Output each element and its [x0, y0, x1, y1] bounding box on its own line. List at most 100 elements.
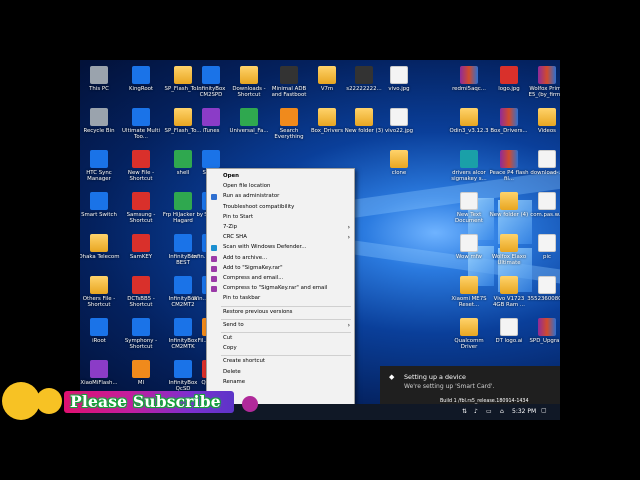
- desktop-icon[interactable]: vivo22.jpg: [378, 106, 420, 148]
- htc-icon: [90, 150, 108, 168]
- menu-item[interactable]: Pin to taskbar: [207, 294, 354, 303]
- desktop-icon[interactable]: 3552360080...: [526, 274, 560, 316]
- desktop-icon[interactable]: iRoot: [80, 316, 120, 358]
- desktop-icon[interactable]: Vivo V1723 4GB Ram ...: [488, 274, 530, 316]
- desktop-icon[interactable]: download-...: [526, 148, 560, 190]
- menu-item[interactable]: Cut: [207, 334, 354, 343]
- desktop-icon[interactable]: vivo.jpg: [378, 64, 420, 106]
- language-icon[interactable]: ⌂: [500, 408, 504, 415]
- desktop-icon[interactable]: Minimal ADB and Fastboot: [268, 64, 310, 106]
- file-icon: [460, 234, 478, 252]
- bell-icon: [242, 396, 258, 412]
- speaker-icon[interactable]: ♪: [474, 408, 478, 415]
- desktop-icon-label: vivo22.jpg: [384, 128, 414, 134]
- desktop-icon[interactable]: KingRoot: [120, 64, 162, 106]
- menu-item[interactable]: Restore previous versions: [207, 308, 354, 317]
- desktop-icon[interactable]: drivers alcor sigmakey s...: [448, 148, 490, 190]
- menu-item[interactable]: CRC SHA ›: [207, 233, 354, 242]
- desktop-icon-label: KingRoot: [128, 86, 154, 92]
- desktop-icon[interactable]: SPD_Upgra...: [526, 316, 560, 358]
- desktop-icon[interactable]: New Text Document: [448, 190, 490, 232]
- desktop-icon[interactable]: Others File - Shortcut: [80, 274, 120, 316]
- menu-separator: [221, 332, 351, 333]
- menu-item[interactable]: Open: [207, 172, 354, 181]
- menu-item[interactable]: Delete: [207, 368, 354, 377]
- desktop-icon[interactable]: This PC: [80, 64, 120, 106]
- menu-item[interactable]: Pin to Start: [207, 213, 354, 222]
- desktop-icon[interactable]: DCTsBB5 - Shortcut: [120, 274, 162, 316]
- iroot-icon: [90, 318, 108, 336]
- desktop-icon[interactable]: redmi5aqc...: [448, 64, 490, 106]
- desktop-icon[interactable]: Smart Switch: [80, 190, 120, 232]
- desktop-icon[interactable]: New folder (4): [488, 190, 530, 232]
- notification-icon[interactable]: ▢: [541, 407, 547, 414]
- desktop-icon[interactable]: V7m: [306, 64, 348, 106]
- desktop-icon[interactable]: Symphony - Shortcut: [120, 316, 162, 358]
- desktop-icon[interactable]: Box_Drivers...: [488, 106, 530, 148]
- desktop-icon[interactable]: pic: [526, 232, 560, 274]
- desktop-icon[interactable]: Ultimate Multi Too...: [120, 106, 162, 148]
- desktop-icon[interactable]: Downloads - Shortcut: [228, 64, 270, 106]
- menu-item[interactable]: Run as administrator: [207, 192, 354, 201]
- desktop-icon[interactable]: Wolfox Prime E5_(by_firm...: [526, 64, 560, 106]
- desktop-icon[interactable]: Xiaomi ME7S Reset...: [448, 274, 490, 316]
- desktop-icon-label: Recycle Bin: [83, 128, 115, 134]
- folder-icon: [90, 234, 108, 252]
- context-menu[interactable]: Open Open file location Run as administrat…: [206, 168, 355, 406]
- menu-item[interactable]: Compress and email...: [207, 274, 354, 283]
- desktop-icon-label: Wow mfw: [456, 254, 482, 260]
- desktop-icon[interactable]: Search Everything: [268, 106, 310, 148]
- menu-item[interactable]: Copy: [207, 344, 354, 353]
- menu-item[interactable]: 7-Zip ›: [207, 223, 354, 232]
- folder-icon: [538, 108, 556, 126]
- desktop-icon[interactable]: SamKEY: [120, 232, 162, 274]
- file-icon: [132, 150, 150, 168]
- desktop-icon[interactable]: HTC Sync Manager: [80, 148, 120, 190]
- menu-item-label: Create shortcut: [223, 358, 265, 365]
- folder-icon: [500, 276, 518, 294]
- desktop-icon-label: Symphony - Shortcut: [124, 338, 158, 350]
- desktop-icon-label: Minimal ADB and Fastboot: [271, 86, 307, 98]
- menu-item[interactable]: Compress to "SigmaKey.rar" and email: [207, 284, 354, 293]
- desktop-icon[interactable]: Wolfox Elaxo Ultimate: [488, 232, 530, 274]
- desktop-icon[interactable]: com.pas.w...: [526, 190, 560, 232]
- menu-item[interactable]: Scan with Windows Defender...: [207, 243, 354, 252]
- menu-item-label: Run as administrator: [223, 193, 280, 200]
- keyboard-icon[interactable]: ▭: [486, 408, 492, 415]
- taskbar-clock[interactable]: 5:32 PM: [512, 408, 536, 415]
- desktop-icon[interactable]: Box_Drivers: [306, 106, 348, 148]
- desktop-icon-label: DCTsBB5 - Shortcut: [127, 296, 155, 308]
- desktop-icon[interactable]: Videos: [526, 106, 560, 148]
- desktop-icon[interactable]: Universal_Fa...: [228, 106, 270, 148]
- file-icon: [538, 276, 556, 294]
- desktop-icon[interactable]: Peace P4 flash fil...: [488, 148, 530, 190]
- desktop-icon[interactable]: DT logo.ai: [488, 316, 530, 358]
- qualcomm-icon: [460, 318, 478, 336]
- desktop-icon[interactable]: iTunes: [190, 106, 232, 148]
- desktop-icon[interactable]: Recycle Bin: [80, 106, 120, 148]
- desktop-icon-label: Wolfox Prime E5_(by_firm...: [528, 86, 560, 98]
- menu-item[interactable]: Add to "SigmaKey.rar": [207, 264, 354, 273]
- desktop-icon-label: iTunes: [202, 128, 220, 134]
- desktop-icon[interactable]: InfinityBox CM2SPD: [190, 64, 232, 106]
- desktop-icon[interactable]: clone: [378, 148, 420, 190]
- menu-item[interactable]: Add to archive...: [207, 254, 354, 263]
- menu-item[interactable]: Troubleshoot compatibility: [207, 203, 354, 212]
- menu-item[interactable]: Create shortcut: [207, 357, 354, 366]
- network-icon[interactable]: ⇅: [462, 408, 467, 415]
- desktop-icon[interactable]: New File - Shortcut: [120, 148, 162, 190]
- desktop-icon[interactable]: logo.jpg: [488, 64, 530, 106]
- desktop-icon[interactable]: Samsung - Shortcut: [120, 190, 162, 232]
- desktop-icon[interactable]: Odin3_v3.12.3: [448, 106, 490, 148]
- desktop-icon[interactable]: Qualcomm Driver: [448, 316, 490, 358]
- smart-switch-icon: [90, 192, 108, 210]
- menu-item-label: Restore previous versions: [223, 308, 293, 315]
- desktop-icon[interactable]: Dhaka Telecom: [80, 232, 120, 274]
- file-icon: [538, 192, 556, 210]
- desktop-icon-label: 3552360080...: [527, 296, 560, 302]
- menu-item[interactable]: Open file location: [207, 182, 354, 191]
- menu-item[interactable]: Send to ›: [207, 321, 354, 330]
- desktop-icon-label: Xiaomi ME7S Reset...: [451, 296, 487, 308]
- desktop-icon[interactable]: Wow mfw: [448, 232, 490, 274]
- folder-icon: [460, 108, 478, 126]
